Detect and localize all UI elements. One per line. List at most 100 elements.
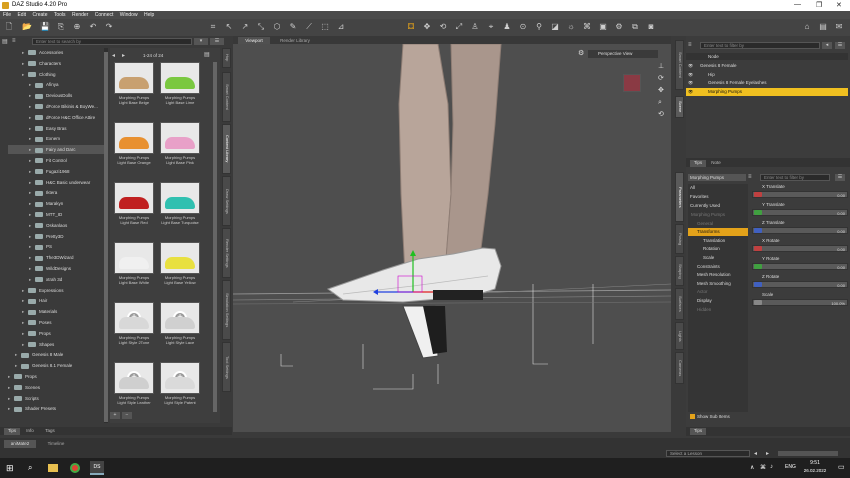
content-tree-item[interactable]: ▸ Fairy and Darc [8,145,104,155]
param-cat-favorites[interactable]: Favorites [690,193,709,201]
asset-thumbnail[interactable] [160,62,200,94]
side-tab-cameras[interactable]: Cameras [675,352,684,384]
scene-tab-tips[interactable]: Tips [690,160,706,167]
menu-tools[interactable]: Tools [54,11,66,19]
param-tree-item[interactable]: Translation [688,237,748,245]
side-tab-shaping[interactable]: Shaping [675,256,684,286]
param-tree-item[interactable]: Constraints [688,263,748,271]
redo-icon[interactable]: ↷ [104,22,114,32]
joint-tool-icon[interactable]: ✎ [288,22,298,32]
notification-icon[interactable]: ▭ [838,463,845,471]
content-tree-item[interactable]: ▸ DeviousDolls [8,91,72,100]
universal-tool-icon[interactable]: ⚃ [406,22,416,32]
tab-timeline[interactable]: Timeline [40,440,72,448]
param-menu-icon[interactable]: ☰ [835,174,845,181]
param-slider-value[interactable]: 0.00 [837,211,845,216]
asset-thumbnail[interactable] [114,62,154,94]
param-tree-item[interactable]: Mesh Smoothing [688,280,748,288]
edit-tool-icon[interactable]: ◪ [550,22,560,32]
asset-thumbnail[interactable] [114,122,154,154]
translate-tool-icon[interactable]: ✥ [422,22,432,32]
region-tool-icon[interactable]: ⌖ [486,22,496,32]
move-tool-icon[interactable]: ↗ [240,22,250,32]
param-slider-track[interactable]: 0.00 [752,227,848,234]
content-tree-item[interactable]: ▸ Clothing [8,70,56,79]
node-selector[interactable]: Morphing Pumps [688,174,746,181]
spot-render-icon[interactable]: ⬚ [320,22,330,32]
content-tree-item[interactable]: ▸ Shapes [8,340,54,349]
content-tree-item[interactable]: ▸ Hair [8,296,47,305]
param-tree-item[interactable]: Transforms [688,228,748,237]
content-tree-item[interactable]: ▸ Materials [8,307,57,316]
menu-render[interactable]: Render [72,11,88,19]
side-tab-dd-top[interactable]: Smart Content [675,40,684,90]
param-slider-track[interactable]: 100.0% [752,299,848,306]
maximize-icon[interactable]: ❐ [816,1,822,9]
lesson-prev-icon[interactable]: ◂ [754,450,757,457]
side-tab-scene[interactable]: Scene [675,96,684,118]
content-search-input[interactable]: Enter text to search by [32,38,192,45]
param-slider-value[interactable]: 0.00 [837,229,845,234]
side-tab-render-settings[interactable]: Render Settings [222,228,231,278]
view-menu-icon[interactable]: ⚙ [578,49,584,57]
content-tree-item[interactable]: ▸ Characters [8,59,61,68]
content-tree-item[interactable]: ▸ dForce Bikinis & BoyWe... [8,102,98,111]
param-slider-value[interactable]: 100.0% [831,301,845,306]
content-tree-item[interactable]: ▸ Shader Presets [8,404,56,413]
3d-viewport[interactable]: ⚙ Perspective View ⊥ ⟳ ✥ ⌕ ⟲ [233,44,671,432]
menu-window[interactable]: Window [120,11,138,19]
content-tree-item[interactable]: ▸ Fugazi1968 [8,167,70,176]
content-tree-item[interactable]: ▸ Oskanlaos [8,221,67,230]
content-tree-item[interactable]: ▸ MTT_ID [8,210,62,219]
render-icon[interactable]: ◙ [646,22,656,32]
content-tree-item[interactable]: ▸ Genesis 8 Male [8,350,63,359]
merge-icon[interactable]: ⊕ [72,22,82,32]
param-tree-item[interactable]: Morphing Pumps [688,211,748,219]
camera-tool-icon[interactable]: ⊙ [518,22,528,32]
surface-tool-icon[interactable]: ⤡ [256,22,266,32]
content-tree-item[interactable]: ▸ Scripts [8,394,39,403]
home-icon[interactable]: ⌂ [802,22,812,32]
param-slider[interactable]: X Rotate 0.00 [752,238,848,254]
save-as-icon[interactable]: ⎘ [56,22,66,32]
remove-icon[interactable]: − [122,412,132,419]
param-tree-item[interactable]: Rotation [688,245,748,253]
param-slider-value[interactable]: 0.00 [837,283,845,288]
windows-start-icon[interactable]: ⊞ [6,463,14,474]
asset-thumbnail[interactable] [160,242,200,274]
tab-viewport[interactable]: Viewport [238,37,270,44]
scene-node[interactable]: 👁 Hip [686,71,848,79]
orbit-icon[interactable]: ⟳ [658,74,664,82]
tree-scroll-thumb[interactable] [104,52,108,422]
param-filter-input[interactable]: Enter text to filter by [760,174,830,181]
side-tab-simulation-settings[interactable]: Simulation Settings [222,280,231,340]
asset-thumbnail[interactable] [160,182,200,214]
content-tree-item[interactable]: ▸ Iktera [8,188,57,197]
options-icon[interactable]: ☰ [210,38,224,45]
side-tab-surfaces[interactable]: Surfaces [675,288,684,320]
undo-icon[interactable]: ↶ [88,22,98,32]
param-tree-item[interactable]: General [688,220,748,228]
save-icon[interactable]: 💾 [40,22,50,32]
add-icon[interactable]: + [110,412,120,419]
view-cube[interactable] [623,74,641,92]
side-tab-smart-content[interactable]: Smart Content [222,72,231,122]
side-tab-tool-settings[interactable]: Tool Settings [222,342,231,392]
content-tree-item[interactable]: ▸ WildDesigns [8,264,71,273]
param-slider[interactable]: X Translate 0.00 [752,184,848,200]
back-icon[interactable]: ◂ [112,52,118,59]
file-explorer-icon[interactable] [48,464,58,472]
asset-thumbnail[interactable] [160,122,200,154]
param-cat-currently-used[interactable]: Currently Used [690,202,720,210]
daz-taskbar-icon[interactable]: DS [90,461,104,475]
visibility-eye-icon[interactable]: 👁 [688,62,693,70]
side-tab-lights[interactable]: Lights [675,322,684,350]
param-tree-item[interactable]: Scale [688,254,748,262]
scale-tool-icon[interactable]: ⤢ [454,22,464,32]
dolly-icon[interactable]: ⟲ [658,110,664,118]
asset-thumbnail[interactable]: + [160,362,200,394]
node-weight-icon[interactable]: ⊿ [336,22,346,32]
new-scene-icon[interactable]: 🗋 [4,22,14,32]
param-slider[interactable]: Scale 100.0% [752,292,848,308]
clock-date[interactable]: 26.02.2022 [796,468,834,473]
